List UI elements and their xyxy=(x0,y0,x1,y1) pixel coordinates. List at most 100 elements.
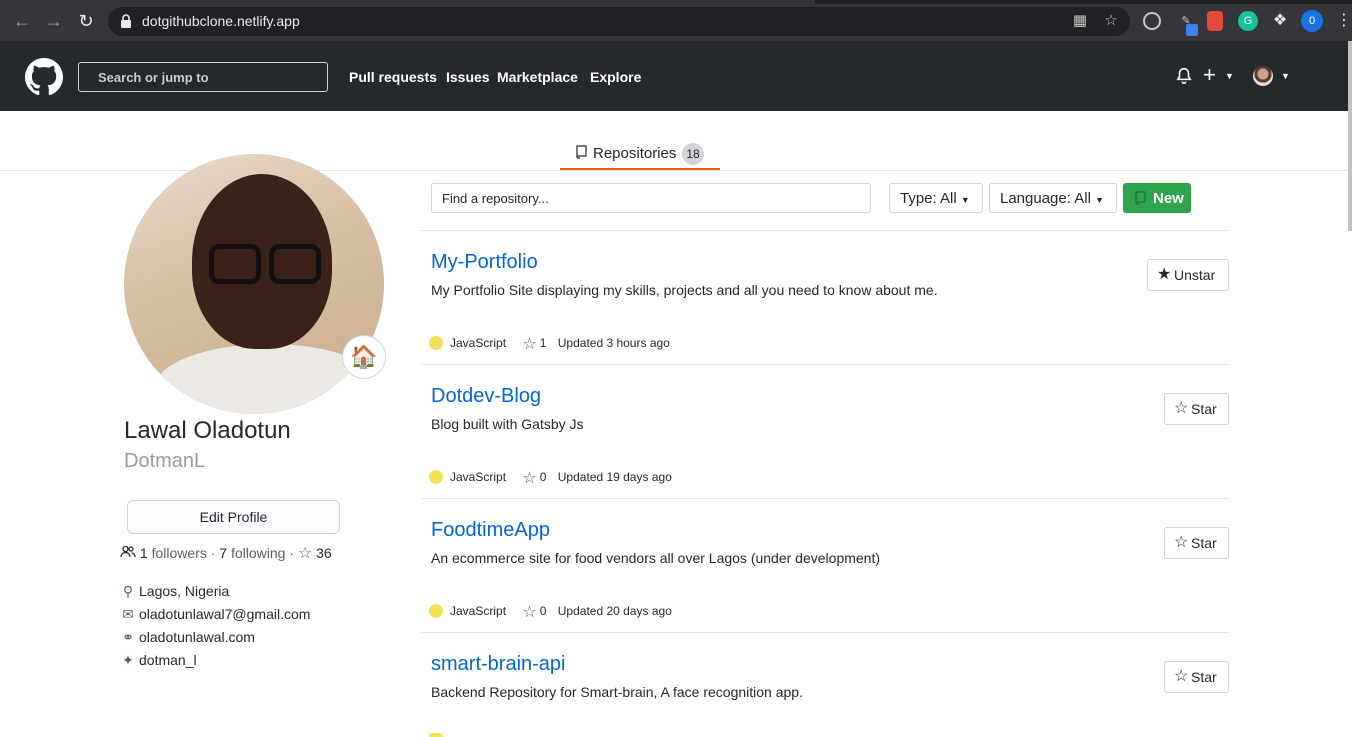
repo-star-count[interactable]: 1 xyxy=(540,336,547,350)
following-label[interactable]: following xyxy=(231,545,285,561)
bookmark-star-icon[interactable]: ☆ xyxy=(1102,12,1120,30)
grammarly-icon[interactable]: G xyxy=(1238,11,1258,31)
repo-list-item: My-Portfolio My Portfolio Site displayin… xyxy=(421,231,1229,365)
star-outline-icon: ☆ xyxy=(1174,400,1189,417)
star-button[interactable]: ☆ Star xyxy=(1164,527,1229,559)
browser-toolbar: ← → ↻ dotgithubclone.netlify.app ▦ ☆ ✎ G… xyxy=(0,0,1352,41)
address-url[interactable]: dotgithubclone.netlify.app xyxy=(142,13,300,29)
star-outline-icon: ☆ xyxy=(522,604,537,621)
forward-icon[interactable]: → xyxy=(43,10,65,32)
repositories-count-badge: 18 xyxy=(682,143,704,165)
qr-code-icon[interactable]: ▦ xyxy=(1071,12,1089,30)
repo-star-count[interactable]: 0 xyxy=(540,604,547,618)
global-search[interactable] xyxy=(78,62,328,92)
profile-full-name: Lawal Oladotun xyxy=(124,417,291,444)
stats-separator: · xyxy=(210,545,216,561)
repo-name-link[interactable]: My-Portfolio xyxy=(431,251,538,274)
user-menu-caret-icon[interactable]: ▼ xyxy=(1281,71,1290,81)
new-repository-button[interactable]: New xyxy=(1123,183,1191,213)
star-filled-icon: ★ xyxy=(1157,266,1172,283)
repo-description: An ecommerce site for food vendors all o… xyxy=(431,550,881,566)
edit-profile-button[interactable]: Edit Profile xyxy=(127,500,340,534)
location-text: Lagos, Nigeria xyxy=(139,583,230,599)
create-dropdown-caret-icon[interactable]: ▼ xyxy=(1225,71,1234,81)
back-icon[interactable]: ← xyxy=(11,10,33,32)
repo-language: JavaScript xyxy=(450,470,507,484)
reload-icon[interactable]: ↻ xyxy=(75,10,97,32)
profile-stats: 1 followers · 7 following · ☆ 36 xyxy=(120,543,332,563)
vcard-twitter: ✦ dotman_l xyxy=(120,652,197,669)
vcard-website: ⚭ oladotunlawal.com xyxy=(120,629,255,646)
unstar-button-label: Unstar xyxy=(1174,267,1216,283)
nav-issues[interactable]: Issues xyxy=(446,69,490,85)
profile-avatar xyxy=(124,154,384,414)
extension-badge-icon xyxy=(1186,24,1198,36)
lock-icon xyxy=(121,14,131,28)
repo-meta: JavaScript ☆ 1 Updated 3 hours ago xyxy=(429,334,670,353)
extensions-puzzle-icon[interactable]: ❖ xyxy=(1270,11,1290,31)
browser-profile-avatar[interactable]: 0 xyxy=(1301,10,1323,32)
avatar-glasses-left xyxy=(209,244,261,284)
type-filter-dropdown[interactable]: Type: All ▼ xyxy=(889,183,983,213)
repo-star-count[interactable]: 0 xyxy=(540,470,547,484)
website-link[interactable]: oladotunlawal.com xyxy=(139,629,255,645)
unstar-button[interactable]: ★ Unstar xyxy=(1147,259,1229,291)
stats-separator-2: · xyxy=(289,545,295,561)
repo-list-item: smart-brain-api Backend Repository for S… xyxy=(421,633,1229,737)
repo-description: Backend Repository for Smart-brain, A fa… xyxy=(431,684,803,700)
repo-name-link[interactable]: Dotdev-Blog xyxy=(431,385,541,408)
language-color-dot xyxy=(429,336,443,350)
type-caret-icon: ▼ xyxy=(960,194,970,205)
nav-marketplace[interactable]: Marketplace xyxy=(497,69,578,85)
repo-description: My Portfolio Site displaying my skills, … xyxy=(431,282,938,298)
notifications-bell-icon[interactable] xyxy=(1175,67,1193,85)
user-avatar[interactable] xyxy=(1253,66,1273,86)
extension-target-icon[interactable] xyxy=(1143,12,1161,30)
star-button[interactable]: ☆ Star xyxy=(1164,661,1229,693)
star-outline-icon: ☆ xyxy=(522,336,537,353)
status-emoji-badge[interactable]: 🏠 xyxy=(342,335,386,379)
link-icon: ⚭ xyxy=(122,629,134,645)
repo-description: Blog built with Gatsby Js xyxy=(431,416,584,432)
browser-active-tab[interactable] xyxy=(0,0,815,4)
extension-red-icon[interactable] xyxy=(1207,11,1223,31)
language-filter-dropdown[interactable]: Language: All ▼ xyxy=(989,183,1117,213)
browser-menu-icon[interactable]: ⋮ xyxy=(1334,11,1352,31)
avatar-glasses-right xyxy=(269,244,321,284)
site-header: Pull requests Issues Marketplace Explore… xyxy=(0,41,1352,111)
star-button[interactable]: ☆ Star xyxy=(1164,393,1229,425)
repo-updated: Updated 19 days ago xyxy=(557,470,672,484)
repo-name-link[interactable]: FoodtimeApp xyxy=(431,519,550,542)
twitter-link[interactable]: dotman_l xyxy=(139,652,197,668)
find-repository-input[interactable] xyxy=(431,183,871,213)
star-button-label: Star xyxy=(1191,535,1217,551)
vcard-location: ⚲ Lagos, Nigeria xyxy=(120,583,229,600)
github-logo-icon[interactable] xyxy=(25,58,63,96)
repo-book-icon xyxy=(576,145,587,159)
star-outline-icon: ☆ xyxy=(522,470,537,487)
stars-count[interactable]: 36 xyxy=(316,545,332,561)
search-input[interactable] xyxy=(79,63,327,91)
email-link[interactable]: oladotunlawal7@gmail.com xyxy=(139,606,310,622)
vcard-email: ✉ oladotunlawal7@gmail.com xyxy=(120,606,310,623)
language-caret-icon: ▼ xyxy=(1095,194,1105,205)
star-button-label: Star xyxy=(1191,401,1217,417)
repo-name-link[interactable]: smart-brain-api xyxy=(431,653,565,676)
language-filter-label: Language: All xyxy=(1000,189,1091,207)
tab-repositories[interactable]: Repositories 18 xyxy=(560,141,720,170)
profile-username: DotmanL xyxy=(124,450,206,472)
page-scrollbar[interactable] xyxy=(1348,41,1352,231)
repo-language: JavaScript xyxy=(450,604,507,618)
create-new-plus-icon[interactable]: + xyxy=(1203,62,1216,88)
stars-star-icon: ☆ xyxy=(297,545,313,562)
mail-icon: ✉ xyxy=(122,606,134,622)
nav-pull-requests[interactable]: Pull requests xyxy=(349,69,437,85)
following-count[interactable]: 7 xyxy=(219,545,227,561)
followers-count[interactable]: 1 xyxy=(140,545,148,561)
address-bar[interactable]: dotgithubclone.netlify.app ▦ ☆ xyxy=(108,7,1130,36)
language-color-dot xyxy=(429,604,443,618)
new-button-label: New xyxy=(1153,189,1184,207)
star-outline-icon: ☆ xyxy=(1174,668,1189,685)
followers-label[interactable]: followers xyxy=(152,545,207,561)
nav-explore[interactable]: Explore xyxy=(590,69,641,85)
